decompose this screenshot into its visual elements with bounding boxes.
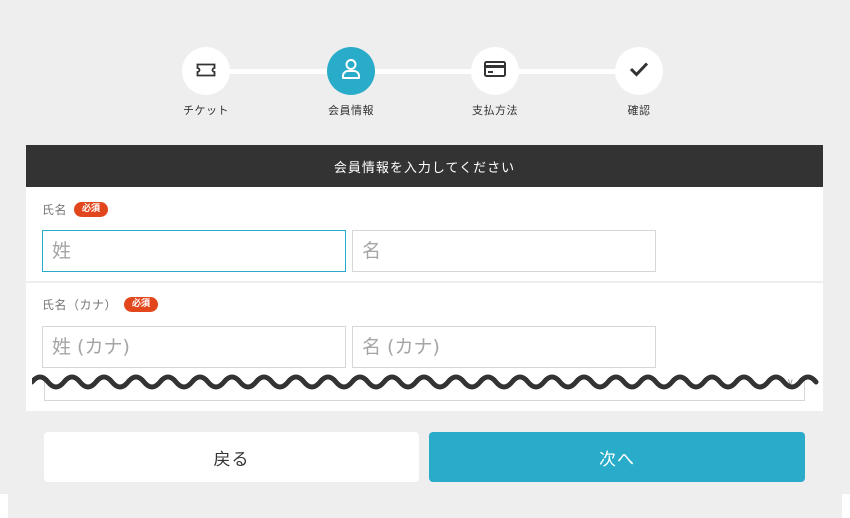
step-payment: 支払方法 — [435, 47, 555, 118]
last-name-input[interactable] — [42, 230, 346, 272]
step-label: チケット — [183, 104, 229, 117]
step-label: 確認 — [627, 104, 651, 117]
last-name-kana-input[interactable] — [42, 326, 346, 368]
kana-label: 氏名（カナ） — [42, 298, 118, 312]
required-badge: 必須 — [74, 202, 109, 217]
step-ticket: チケット — [146, 47, 266, 118]
first-name-input[interactable] — [352, 230, 656, 272]
footer-edge-right — [842, 494, 850, 518]
step-circle — [471, 47, 519, 95]
footer-edge-left — [0, 494, 8, 518]
page-break-wave — [32, 374, 819, 390]
step-circle — [327, 47, 375, 95]
name-field-group: 氏名 必須 — [26, 187, 823, 283]
step-label: 支払方法 — [472, 104, 518, 117]
kana-label-row: 氏名（カナ） 必須 — [42, 296, 159, 313]
next-button[interactable]: 次へ — [429, 432, 805, 482]
check-icon — [629, 61, 649, 81]
step-circle — [615, 47, 663, 95]
progress-stepper: チケット 会員情報 支払方法 確認 — [0, 0, 850, 130]
form-header: 会員情報を入力してください — [26, 145, 823, 187]
ticket-icon — [196, 62, 216, 81]
user-icon — [341, 58, 361, 84]
step-circle — [182, 47, 230, 95]
step-member-info: 会員情報 — [291, 47, 411, 118]
step-label: 会員情報 — [328, 104, 374, 117]
back-button[interactable]: 戻る — [44, 432, 419, 482]
step-confirm: 確認 — [579, 47, 699, 118]
name-label: 氏名 — [42, 203, 68, 217]
credit-card-icon — [484, 61, 506, 81]
first-name-kana-input[interactable] — [352, 326, 656, 368]
stepper-track — [206, 69, 638, 74]
name-label-row: 氏名 必須 — [42, 201, 109, 218]
required-badge: 必須 — [124, 297, 159, 312]
